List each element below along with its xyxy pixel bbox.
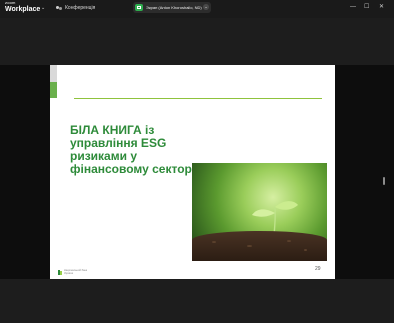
slide-page-number: 29 [315, 266, 321, 272]
tab-conference-label: Конференція [65, 5, 96, 11]
slide-side-accent [50, 82, 57, 98]
brand-top: zoom [5, 0, 16, 5]
maximize-icon[interactable]: ☐ [364, 4, 369, 10]
screen-share-icon [135, 4, 143, 11]
nbu-logo: Національний банк України [58, 269, 92, 275]
soil [192, 231, 327, 261]
footer-org: Національний банк України [64, 269, 88, 275]
chevron-down-icon[interactable]: ⌄ [41, 5, 45, 11]
brand-bottom: Workplace [5, 6, 41, 13]
title-bar: zoom Workplace ⌄ Конференція Экран (Anto… [0, 0, 394, 18]
close-icon[interactable]: ✕ [379, 4, 384, 10]
shared-slide: БІЛА КНИГА із управління ESG ризиками у … [50, 65, 335, 279]
screen-share-indicator[interactable]: Экран (Anton Khoroshailo, ND) ⌄ [133, 2, 211, 13]
nbu-logo-icon [58, 269, 62, 275]
slide-title: БІЛА КНИГА із управління ESG ризиками у … [70, 123, 196, 176]
slide-side-bar [50, 65, 57, 82]
minimize-icon[interactable]: — [350, 4, 356, 10]
tab-conference[interactable]: Конференція [56, 5, 95, 11]
slide-divider [74, 98, 322, 99]
conference-icon [56, 5, 62, 11]
screen-share-label: Экран (Anton Khoroshailo, ND) [146, 5, 202, 10]
seedling-photo [192, 163, 327, 261]
zoom-logo: zoom Workplace [5, 0, 41, 14]
panel-resize-handle[interactable] [383, 177, 385, 185]
chevron-down-icon[interactable]: ⌄ [203, 4, 209, 10]
